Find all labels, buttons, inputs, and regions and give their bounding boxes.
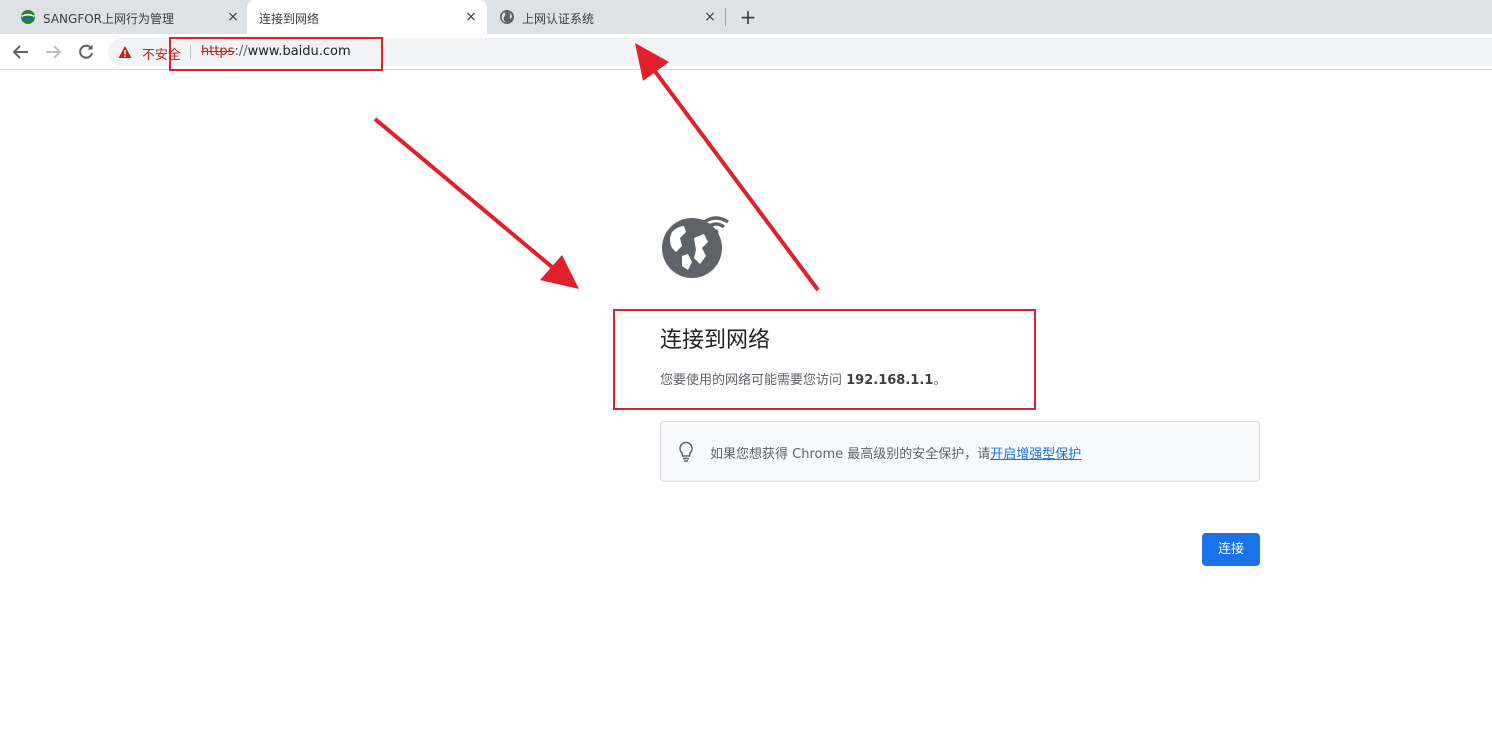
tab-auth-system[interactable]: 上网认证系统 × (487, 0, 725, 34)
tab-title: 连接到网络 (259, 12, 320, 26)
enable-enhanced-protection-link[interactable]: 开启增强型保护 (990, 447, 1081, 462)
sangfor-logo-icon (21, 10, 35, 24)
back-button[interactable] (10, 41, 32, 63)
close-tab-icon[interactable]: × (224, 8, 242, 26)
reload-icon (79, 44, 93, 59)
reload-button[interactable] (75, 41, 97, 63)
forward-button[interactable] (42, 41, 64, 63)
globe-icon (500, 10, 514, 24)
tip-message: 如果您想获得 Chrome 最高级别的安全保护，请 (710, 447, 991, 462)
new-tab-button[interactable]: + (737, 6, 759, 28)
tab-divider (725, 8, 726, 26)
arrow-left-icon (12, 45, 28, 59)
tab-title: SANGFOR上网行为管理 (43, 12, 175, 26)
lightbulb-icon (679, 441, 693, 462)
tab-strip: SANGFOR上网行为管理 × 连接到网络 × 上网认证系统 × + (0, 0, 1492, 34)
warning-icon[interactable] (118, 45, 132, 59)
close-tab-icon[interactable]: × (462, 8, 480, 26)
title-highlight-box (613, 309, 1036, 410)
enhanced-protection-tip: 如果您想获得 Chrome 最高级别的安全保护，请开启增强型保护 (660, 421, 1260, 482)
url-highlight-box (169, 37, 383, 71)
globe-wifi-icon (662, 216, 729, 278)
tip-text: 如果您想获得 Chrome 最高级别的安全保护，请开启增强型保护 (710, 443, 1081, 462)
tab-connect-network[interactable]: 连接到网络 × (247, 0, 487, 34)
arrow-right-icon (46, 45, 62, 59)
arrow-to-title (373, 117, 579, 289)
tab-title: 上网认证系统 (522, 12, 595, 26)
close-tab-icon[interactable]: × (701, 8, 719, 26)
connect-button[interactable]: 连接 (1202, 533, 1260, 566)
tab-sangfor[interactable]: SANGFOR上网行为管理 × (8, 0, 246, 34)
